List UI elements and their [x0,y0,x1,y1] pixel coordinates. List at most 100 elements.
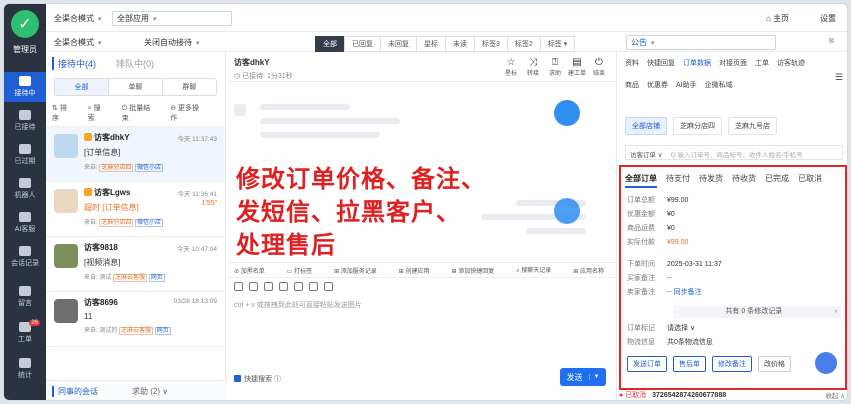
auto-receive-select[interactable]: 关闭自动接待 ▾ [144,37,200,48]
list-item[interactable]: 访客9818 今天 10:47:04 [视频消息] 来自: 测试 芝麻云客服 网… [46,237,225,292]
settings-link[interactable]: 设置 [820,13,836,24]
role-label: 管理员 [13,45,37,54]
clock-icon[interactable] [249,282,258,291]
shop-chip[interactable]: 芝麻分店四 [673,117,722,135]
more-actions-button[interactable]: ⊖ 更多操作 [170,103,211,123]
list-item[interactable]: 访客dhkY 今天 11:37:43 [订单信息] 来自: 芝麻分店四 微信小店 [46,127,225,182]
create-app-button[interactable]: ⊞ 创建应用 [399,266,441,275]
list-item[interactable]: 访客8696 03/28 18:13:09 11 来自: 测试的 芝麻云客服 网… [46,292,225,347]
panel-menu-icon[interactable]: ☰ [835,72,843,83]
tab-coupon[interactable]: 优惠券 [647,80,668,90]
mode-select[interactable]: 全渠合模式 ▾ [54,13,102,24]
shop-chip[interactable]: 芝麻九号店 [728,117,777,135]
image-icon[interactable] [234,282,243,291]
filter-tab[interactable]: 未回复 [380,36,417,52]
edit-note-button[interactable]: 修改备注 [712,356,752,372]
send-button[interactable]: 发送 ▼ [560,368,606,386]
tab-quick-reply[interactable]: 快捷回复 [647,58,675,68]
notice-select[interactable]: 公告 ▾ [626,35,776,50]
avatar [54,189,78,213]
order-tab[interactable]: 待支付 [666,173,690,188]
app-select[interactable]: 全部应用 ▾ [112,11,232,26]
tab-receiving[interactable]: 接待中(4) [52,56,96,70]
transfer-button[interactable]: ⤨ 转接 [522,57,544,77]
create-ticket-button[interactable]: ▤ 建工单 [566,57,588,77]
aftersale-button[interactable]: 售后单 [673,356,706,372]
send-order-button[interactable]: 发送订单 [627,356,667,372]
message-input[interactable]: ctrl + v 或拖拽到此处可直接粘贴发送图片 [234,300,362,310]
quick-reply-button[interactable]: ⊞ 添加快捷回复 [452,266,506,275]
sort-button[interactable]: ⇅ 排序 [52,103,80,123]
filter-tab[interactable]: 星标 [416,36,446,52]
shop-chip[interactable]: 全部店铺 [625,117,667,135]
filter-tab[interactable]: 全部 [315,36,345,52]
search-button[interactable]: ⌕ 搜索 [88,103,114,123]
home-fab-icon[interactable] [815,352,837,374]
scissors-icon[interactable] [279,282,288,291]
seg-all[interactable]: 全部 [55,79,108,95]
folder-icon[interactable] [309,282,318,291]
tab-integration[interactable]: 对接页面 [719,58,747,68]
end-button[interactable]: ⏻ 结束 [588,57,610,77]
fast-search-checkbox[interactable]: 快捷搜索 ⓘ [234,374,281,384]
list-item[interactable]: 访客Lgws 今天 11:36:41 1'55" 超时 [订单信息] 来自: 芝… [46,182,225,237]
order-tab[interactable]: 待收货 [732,173,756,188]
collapse-button[interactable]: 收起 ∧ [825,390,845,400]
avatar [54,299,78,323]
blurred-message [260,118,400,124]
search-history-button[interactable]: ⌕ 搜聊天记录 [516,265,562,275]
order-footer: ● 已取消 3726542874260677888 收起 ∧ [619,390,847,400]
rail-item-records[interactable]: 会话记录 [4,246,46,268]
modify-records[interactable]: 共有 0 条修改记录 › [673,306,841,318]
order-tab[interactable]: 待发货 [699,173,723,188]
app-name-button[interactable]: ⊞ 应用名称 [573,266,615,275]
help-button[interactable]: ⍰ 求助 [544,57,566,77]
blacklist-button[interactable]: ⊘ 加黑名单 [234,266,276,275]
star-button[interactable]: ☆ 星标 [500,57,522,77]
rail-item-stats[interactable]: 统计 [4,358,46,380]
filter-tab[interactable]: 已回复 [344,36,381,52]
tab-profile[interactable]: 资料 [625,58,639,68]
filter-tab[interactable]: 标签2 [506,36,541,52]
change-price-button[interactable]: 改价格 [758,356,791,372]
conv-time: 今天 11:36:41 [177,191,217,198]
seller-note[interactable]: 卖家备注 -- 同步备注 [627,287,702,297]
mode2-select[interactable]: 全渠合模式 ▾ [54,37,102,48]
tab-wecom[interactable]: 企微私域 [705,80,733,90]
filter-tab[interactable]: 未读 [445,36,475,52]
rail-item-robot[interactable]: 机器人 [4,178,46,200]
tab-ai-assistant[interactable]: AI助手 [676,80,697,90]
help-tab[interactable]: 求助 (2) ∨ [132,386,168,397]
order-tab[interactable]: 全部订单 [625,173,657,188]
file-icon[interactable] [294,282,303,291]
emoji-icon[interactable] [264,282,273,291]
tab-ticket[interactable]: 工单 [755,58,769,68]
order-tab[interactable]: 已取消 [798,173,822,188]
screenshot-icon[interactable] [324,282,333,291]
home-link[interactable]: ⌂ 主页 [766,13,789,24]
tab-order-data[interactable]: 订单数据 [683,58,711,68]
rail-item-tickets[interactable]: 26 工单 [4,320,46,344]
seg-group[interactable]: 群聊 [162,79,216,95]
colleague-chats-tab[interactable]: 同事的会话 [52,386,98,397]
filter-tab[interactable]: 标签3 [474,36,508,52]
rail-item-received[interactable]: 已接待 [4,110,46,132]
tab-queue[interactable]: 排队中(0) [116,57,154,70]
rail-item-expired[interactable]: 已过期 [4,144,46,166]
rail-item-receiving[interactable]: 接待中 [4,72,46,102]
service-record-button[interactable]: ⊞ 添加服务记录 [334,266,388,275]
batch-end-button[interactable]: ⏻ 批量结束 [122,103,162,123]
order-tab[interactable]: 已完成 [765,173,789,188]
right-panel: 资料 快捷回复 订单数据 对接页面 工单 访客轨迹 商品 优惠券 AI助手 企微… [616,52,847,400]
order-mark-select[interactable]: 订单标记 请选择 ∨ [627,323,695,333]
tab-goods[interactable]: 商品 [625,80,639,90]
rail-item-ai[interactable]: AI客服 [4,212,46,234]
tab-track[interactable]: 访客轨迹 [777,58,805,68]
rail-item-messages[interactable]: 留言 [4,286,46,308]
clock-icon: ◷ [234,73,243,80]
order-search-input[interactable]: 访客订单 ∨ Q 输入订单号、商品标号、收件人姓名/手机号 [625,145,843,160]
filter-tab[interactable]: 标签 ▾ [539,36,576,52]
seg-single[interactable]: 单聊 [108,79,162,95]
tag-button[interactable]: ▭ 打标签 [287,266,323,275]
close-icon[interactable]: ⊗ [828,36,835,45]
